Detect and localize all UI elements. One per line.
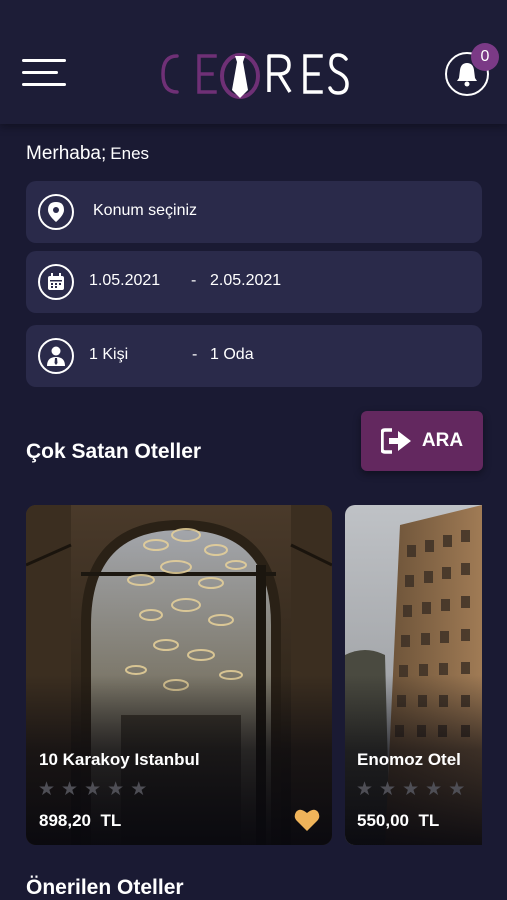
guests-rooms-field[interactable]: 1 Kişi - 1 Oda — [26, 325, 482, 387]
ceires-logo — [159, 48, 351, 100]
notification-count-badge: 0 — [471, 43, 499, 71]
price-currency: TL — [418, 811, 440, 830]
checkin-date: 1.05.2021 — [89, 272, 161, 289]
star-icon: ★ — [448, 779, 466, 800]
heart-icon[interactable] — [294, 808, 320, 832]
star-icon: ★ — [84, 779, 102, 800]
sign-in-icon — [380, 428, 411, 454]
location-pin-icon — [38, 194, 74, 230]
star-rating: ★ ★ ★ ★ ★ — [356, 780, 465, 800]
user-name: Enes — [110, 144, 150, 163]
greeting-label: Merhaba; — [26, 143, 107, 164]
star-icon: ★ — [425, 779, 443, 800]
hamburger-menu-icon[interactable] — [22, 56, 68, 92]
price-value: 898,20 — [39, 811, 91, 830]
hotel-card[interactable]: Enomoz Otel ★ ★ ★ ★ ★ 550,00 TL — [345, 505, 482, 845]
date-separator: - — [191, 272, 197, 289]
star-icon: ★ — [61, 779, 79, 800]
checkout-date: 2.05.2021 — [210, 272, 282, 289]
room-count: 1 Oda — [210, 346, 254, 363]
star-rating: ★ ★ ★ ★ ★ — [38, 780, 147, 800]
hotel-name: Enomoz Otel — [357, 750, 461, 769]
calendar-icon — [38, 264, 74, 300]
star-icon: ★ — [107, 779, 125, 800]
recommended-title: Önerilen Oteller — [26, 876, 184, 899]
hotel-price: 550,00 TL — [357, 811, 439, 831]
price-currency: TL — [100, 811, 122, 830]
person-icon — [38, 338, 74, 374]
search-button[interactable]: ARA — [361, 411, 483, 471]
star-icon: ★ — [402, 779, 420, 800]
star-icon: ★ — [38, 779, 56, 800]
greeting: Merhaba; Enes — [26, 143, 149, 165]
hotel-price: 898,20 TL — [39, 811, 121, 831]
guest-separator: - — [192, 346, 198, 363]
price-value: 550,00 — [357, 811, 409, 830]
search-button-label: ARA — [421, 430, 464, 451]
location-placeholder: Konum seçiniz — [93, 202, 198, 219]
star-icon: ★ — [379, 779, 397, 800]
guest-count: 1 Kişi — [89, 346, 129, 363]
app-screen: 0 Merhaba; Enes Konum seçiniz 1.05.2021 … — [0, 0, 507, 900]
date-range-field[interactable]: 1.05.2021 - 2.05.2021 — [26, 251, 482, 313]
hotel-name: 10 Karakoy Istanbul — [39, 750, 200, 769]
top-bar: 0 — [0, 0, 507, 124]
bestsellers-title: Çok Satan Oteller — [26, 440, 202, 463]
star-icon: ★ — [130, 779, 148, 800]
star-icon: ★ — [356, 779, 374, 800]
location-field[interactable]: Konum seçiniz — [26, 181, 482, 243]
hotel-card[interactable]: 10 Karakoy Istanbul ★ ★ ★ ★ ★ 898,20 TL — [26, 505, 332, 845]
